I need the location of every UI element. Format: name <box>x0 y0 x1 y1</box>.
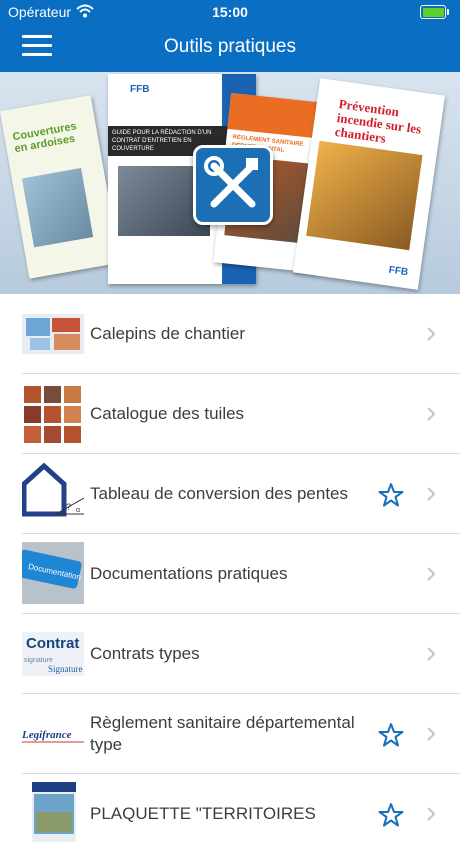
item-label: Contrats types <box>90 644 200 663</box>
brochure-title: Prévention incendie sur les chantiers <box>333 96 423 146</box>
clock: 15:00 <box>212 4 248 20</box>
brochure-cover-prevention-incendie: Prévention incendie sur les chantiers FF… <box>292 78 446 290</box>
item-label: Documentations pratiques <box>90 564 288 583</box>
list-item-contrats-types[interactable]: Contrat signature Signature Contrats typ… <box>0 614 460 694</box>
chevron-right-icon <box>427 407 436 421</box>
battery-icon <box>420 5 449 19</box>
svg-text:Signature: Signature <box>48 664 83 674</box>
svg-text:?: ? <box>66 502 71 512</box>
status-bar: Opérateur 15:00 <box>0 0 460 24</box>
chevron-right-icon <box>427 727 436 741</box>
chevron-right-icon <box>427 487 436 501</box>
favorite-star-icon[interactable] <box>378 482 404 508</box>
documentation-key-thumbnail: Documentation <box>16 542 84 604</box>
list-item-documentations[interactable]: Documentation Documentations pratiques <box>0 534 460 614</box>
ffb-logo: FFB <box>130 84 150 95</box>
brochure-title: Couvertures en ardoises <box>11 120 78 156</box>
chevron-right-icon <box>427 807 436 821</box>
list-item-reglement-sanitaire[interactable]: Legifrance Règlement sanitaire départeme… <box>0 694 460 774</box>
brochure-cover-ardoises: Couvertures en ardoises <box>0 95 121 279</box>
favorite-star-icon[interactable] <box>378 722 404 748</box>
item-label: PLAQUETTE "TERRITOIRES <box>90 804 316 823</box>
tools-list: Calepins de chantier Catalogue des tuile… <box>0 294 460 854</box>
page-title: Outils pratiques <box>163 36 296 57</box>
svg-text:Contrat: Contrat <box>26 635 79 652</box>
favorite-star-icon[interactable] <box>378 802 404 828</box>
legifrance-thumbnail: Legifrance <box>21 712 84 756</box>
item-label: Tableau de conversion des pentes <box>90 484 349 503</box>
tiles-thumbnail <box>22 384 84 444</box>
tools-icon <box>193 145 273 225</box>
house-slope-thumbnail: ? α <box>21 462 85 518</box>
list-item-calepins[interactable]: Calepins de chantier <box>0 294 460 374</box>
item-label: Calepins de chantier <box>90 324 245 343</box>
header-banner-image: Couvertures en ardoises FFB GUIDE POUR L… <box>0 72 460 294</box>
legifrance-logo-text: Legifrance <box>22 729 72 741</box>
plaquette-thumbnail <box>32 782 76 842</box>
item-label: Catalogue des tuiles <box>90 404 245 423</box>
ffb-logo: FFB <box>387 264 409 279</box>
chevron-right-icon <box>427 567 436 581</box>
list-item-catalogue-tuiles[interactable]: Catalogue des tuiles <box>0 374 460 454</box>
top-bar: Opérateur 15:00 Outils pratiques <box>0 0 460 72</box>
chevron-right-icon <box>427 327 436 341</box>
calepins-thumbnail <box>22 312 84 356</box>
contrat-thumbnail: Contrat signature Signature <box>22 632 84 676</box>
chevron-right-icon <box>427 647 436 661</box>
list-item-conversion-pentes[interactable]: ? α Tableau de conversion des pentes <box>0 454 460 534</box>
item-label: Règlement sanitaire départemental type <box>90 713 355 754</box>
svg-text:α: α <box>76 507 80 514</box>
svg-text:signature: signature <box>24 657 53 664</box>
list-item-plaquette-territoires[interactable]: PLAQUETTE "TERRITOIRES <box>0 774 460 854</box>
